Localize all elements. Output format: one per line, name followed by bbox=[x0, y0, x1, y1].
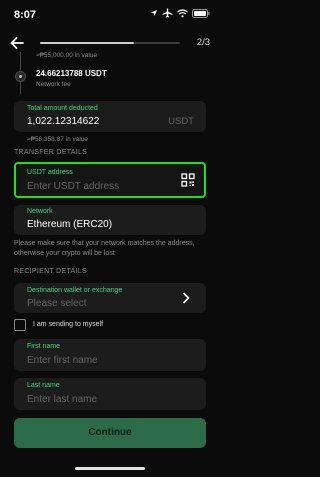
network-fee-amount: 24.66213788 USDT bbox=[36, 69, 107, 78]
usdt-address-input[interactable]: Enter USDT address bbox=[27, 181, 119, 192]
usdt-address-label: USDT address bbox=[27, 169, 73, 176]
fee-value-text: ≈₱55,000.00 in value bbox=[36, 52, 98, 59]
continue-button[interactable]: Continue bbox=[14, 418, 206, 448]
network-value: Ethereum (ERC20) bbox=[27, 219, 113, 230]
network-fee-label: Network fee bbox=[36, 81, 71, 88]
total-amount-php-value: ≈₱56,358.87 in value bbox=[27, 136, 89, 143]
first-name-field[interactable]: First name Enter first name bbox=[14, 339, 206, 371]
send-to-myself-checkbox[interactable] bbox=[14, 319, 26, 331]
total-amount-label: Total amount deducted bbox=[27, 105, 98, 112]
usdt-address-field[interactable]: USDT address Enter USDT address bbox=[14, 162, 206, 198]
step-progress-fill bbox=[40, 42, 134, 44]
last-name-label: Last name bbox=[27, 382, 60, 389]
first-name-input[interactable]: Enter first name bbox=[27, 355, 98, 366]
send-to-myself-label: I am sending to myself bbox=[33, 321, 104, 328]
back-arrow-icon[interactable] bbox=[8, 34, 26, 52]
last-name-field[interactable]: Last name Enter last name bbox=[14, 378, 206, 410]
airplane-icon bbox=[162, 8, 173, 18]
send-to-myself-row[interactable]: I am sending to myself bbox=[14, 318, 206, 332]
status-bar: 8:07 bbox=[0, 0, 220, 28]
network-warning-text: Please make sure that your network match… bbox=[14, 240, 195, 257]
status-icons bbox=[150, 8, 210, 18]
step-progress-bar bbox=[40, 42, 180, 44]
destination-placeholder: Please select bbox=[27, 298, 87, 309]
network-fee-block: ≈₱55,000.00 in value 24.66213788 USDT Ne… bbox=[14, 52, 204, 94]
wifi-icon bbox=[177, 8, 188, 17]
first-name-label: First name bbox=[27, 343, 61, 350]
timeline-dot-icon bbox=[15, 71, 26, 82]
home-indicator bbox=[75, 467, 145, 470]
step-counter: 2/3 bbox=[196, 37, 210, 48]
total-amount-unit: USDT bbox=[168, 116, 194, 127]
destination-wallet-select[interactable]: Destination wallet or exchange Please se… bbox=[14, 283, 206, 313]
network-field[interactable]: Network Ethereum (ERC20) bbox=[14, 205, 206, 235]
last-name-input[interactable]: Enter last name bbox=[27, 394, 97, 405]
transfer-details-title: TRANSFER DETAILS bbox=[14, 149, 88, 156]
network-label: Network bbox=[27, 208, 53, 215]
chevron-right-icon bbox=[183, 292, 190, 304]
recipient-details-title: RECIPIENT DETAILS bbox=[14, 268, 87, 275]
destination-label: Destination wallet or exchange bbox=[27, 287, 123, 294]
qr-scan-icon[interactable] bbox=[181, 173, 195, 187]
total-amount-value: 1,022.12314622 bbox=[27, 116, 100, 127]
location-arrow-icon bbox=[151, 10, 157, 16]
total-amount-card: Total amount deducted 1,022.12314622 USD… bbox=[14, 101, 206, 132]
battery-icon bbox=[192, 8, 210, 18]
status-time: 8:07 bbox=[14, 9, 37, 21]
